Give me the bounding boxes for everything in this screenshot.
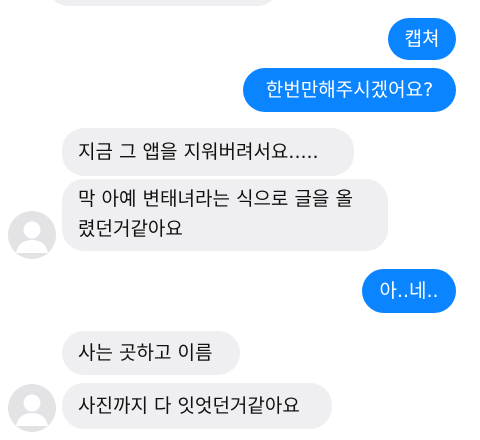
- incoming-message-4-text: 사진까지 다 잇엇던거같아요: [78, 395, 300, 417]
- outgoing-message-3-text: 아..네..: [379, 280, 439, 302]
- sender-avatar-2[interactable]: [8, 384, 56, 432]
- incoming-message-1[interactable]: 지금 그 앱을 지워버려서요.....: [62, 128, 354, 176]
- outgoing-message-2-text: 한번만해주시겠어요?: [265, 79, 434, 101]
- incoming-message-3-text: 사는 곳하고 이름: [78, 342, 213, 364]
- incoming-message-2-line-2: 렸던거같아요: [78, 218, 183, 240]
- incoming-message-3[interactable]: 사는 곳하고 이름: [62, 331, 240, 375]
- sender-avatar-1[interactable]: [8, 211, 56, 259]
- previous-message-fragment: [48, 0, 278, 6]
- outgoing-message-3[interactable]: 아..네..: [362, 269, 456, 313]
- outgoing-message-2[interactable]: 한번만해주시겠어요?: [243, 68, 456, 112]
- incoming-message-4[interactable]: 사진까지 다 잇엇던거같아요: [62, 383, 332, 429]
- default-user-avatar-icon: [8, 384, 56, 432]
- incoming-message-1-text: 지금 그 앱을 지워버려서요.....: [78, 141, 319, 163]
- chat-thread: 캡쳐 한번만해주시겠어요? 지금 그 앱을 지워버려서요..... 막 아예 변…: [0, 0, 480, 440]
- incoming-message-2[interactable]: 막 아예 변태녀라는 식으로 글을 올 렸던거같아요: [62, 179, 388, 251]
- default-user-avatar-icon: [8, 211, 56, 259]
- outgoing-message-1[interactable]: 캡쳐: [388, 18, 456, 60]
- incoming-message-2-line-1: 막 아예 변태녀라는 식으로 글을 올: [78, 188, 353, 210]
- outgoing-message-1-text: 캡쳐: [404, 28, 440, 50]
